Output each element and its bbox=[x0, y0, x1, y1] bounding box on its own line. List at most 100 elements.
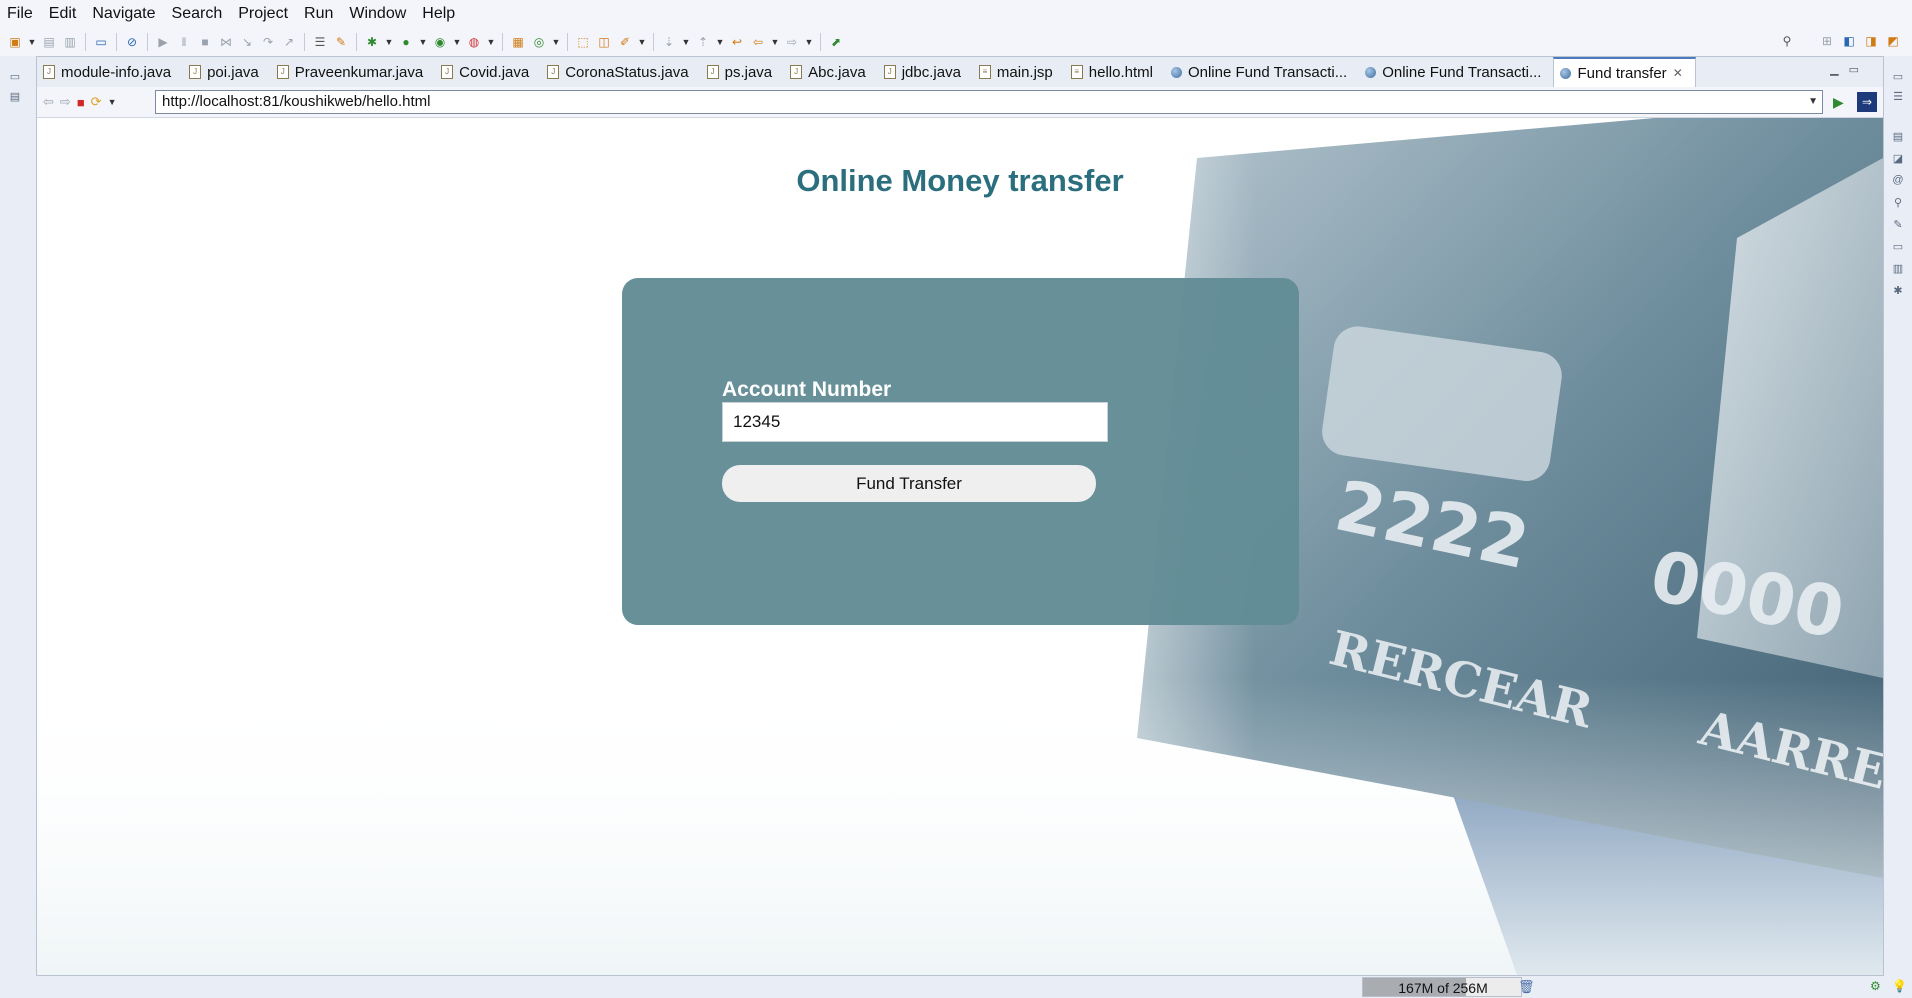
debug-dropdown-icon[interactable]: ▼ bbox=[384, 33, 394, 51]
tab-hello-html[interactable]: ≡ hello.html bbox=[1065, 57, 1165, 87]
save-icon[interactable]: ▤ bbox=[40, 33, 58, 51]
tip-icon[interactable]: 💡 bbox=[1892, 979, 1907, 993]
go-icon[interactable]: ▶ bbox=[1833, 94, 1844, 111]
tab-jdbc[interactable]: Jjdbc.java bbox=[878, 57, 973, 87]
save-all-icon[interactable]: ▥ bbox=[61, 33, 79, 51]
perspective-java-icon[interactable]: ◨ bbox=[1862, 32, 1880, 50]
outline-icon[interactable]: ☰ bbox=[1890, 88, 1906, 104]
markers-icon[interactable]: ▤ bbox=[1890, 128, 1906, 144]
search-icon[interactable]: ⚲ bbox=[1778, 32, 1796, 50]
tab-label: poi.java bbox=[207, 63, 259, 81]
minimize-maximize-icon[interactable]: ▁▭ bbox=[1830, 63, 1869, 76]
search-tool-icon[interactable]: ✐ bbox=[616, 33, 634, 51]
tab-abc[interactable]: J Abc.java bbox=[784, 57, 878, 87]
refresh-dropdown-icon[interactable]: ▼ bbox=[108, 97, 117, 107]
disconnect-icon[interactable]: ⋈ bbox=[217, 33, 235, 51]
new-dropdown-icon[interactable]: ▼ bbox=[27, 33, 37, 51]
forward-dropdown-icon[interactable]: ▼ bbox=[804, 33, 814, 51]
tab-module-info[interactable]: Jmodule-info.java bbox=[37, 57, 183, 87]
external-tools-dropdown-icon[interactable]: ▼ bbox=[486, 33, 496, 51]
tab-online-fund-2[interactable]: Online Fund Transacti... bbox=[1359, 57, 1553, 87]
pin-editor-icon[interactable]: ⬈ bbox=[827, 33, 845, 51]
new-class-dropdown-icon[interactable]: ▼ bbox=[551, 33, 561, 51]
new-icon[interactable]: ▣ bbox=[6, 33, 24, 51]
url-input[interactable]: http://localhost:81/koushikweb/hello.htm… bbox=[155, 90, 1823, 114]
menu-bar: File Edit Navigate Search Project Run Wi… bbox=[0, 0, 1912, 28]
search-tool-dropdown-icon[interactable]: ▼ bbox=[637, 33, 647, 51]
debug-view-icon[interactable]: ✱ bbox=[1890, 282, 1906, 298]
tab-covid[interactable]: J Covid.java bbox=[435, 57, 541, 87]
resume-icon[interactable]: ▶ bbox=[154, 33, 172, 51]
fund-transfer-button[interactable]: Fund Transfer bbox=[722, 465, 1096, 502]
menu-run[interactable]: Run bbox=[297, 5, 342, 23]
url-text: http://localhost:81/koushikweb/hello.htm… bbox=[162, 93, 431, 110]
menu-edit[interactable]: Edit bbox=[42, 5, 86, 23]
back-icon[interactable]: ⇦ bbox=[749, 33, 767, 51]
menu-search[interactable]: Search bbox=[165, 5, 232, 23]
tasks-icon[interactable]: ✎ bbox=[1890, 216, 1906, 232]
debug-icon[interactable]: ✱ bbox=[363, 33, 381, 51]
step-return-icon[interactable]: ↗ bbox=[280, 33, 298, 51]
skip-breakpoints-icon[interactable]: ⊘ bbox=[123, 33, 141, 51]
open-perspective-icon[interactable]: ⊞ bbox=[1818, 32, 1836, 50]
terminate-icon[interactable]: ■ bbox=[196, 33, 214, 51]
new-package-icon[interactable]: ▦ bbox=[509, 33, 527, 51]
back-dropdown-icon[interactable]: ▼ bbox=[770, 33, 780, 51]
javadoc-icon[interactable]: @ bbox=[1890, 172, 1906, 188]
next-annotation-icon[interactable]: ⇣ bbox=[660, 33, 678, 51]
tab-fund-transfer[interactable]: Fund transfer ✕ bbox=[1553, 57, 1696, 87]
open-type-icon[interactable]: ⬚ bbox=[574, 33, 592, 51]
console-icon[interactable]: ▭ bbox=[92, 33, 110, 51]
step-into-icon[interactable]: ↘ bbox=[238, 33, 256, 51]
last-edit-icon[interactable]: ↩ bbox=[728, 33, 746, 51]
toggle-mark-icon[interactable]: ✎ bbox=[332, 33, 350, 51]
search-view-icon[interactable]: ⚲ bbox=[1890, 194, 1906, 210]
coverage-icon[interactable]: ◉ bbox=[431, 33, 449, 51]
chevron-down-icon[interactable]: ▼ bbox=[1808, 91, 1818, 113]
back-icon[interactable]: ⇦ bbox=[43, 94, 54, 110]
external-tools-icon[interactable]: ◍ bbox=[465, 33, 483, 51]
project-explorer-icon[interactable]: ▤ bbox=[7, 88, 23, 104]
new-class-icon[interactable]: ◎ bbox=[530, 33, 548, 51]
menu-navigate[interactable]: Navigate bbox=[85, 5, 164, 23]
prev-annotation-icon[interactable]: ⇡ bbox=[694, 33, 712, 51]
refresh-icon[interactable]: ⟳ bbox=[91, 94, 102, 110]
account-number-input[interactable]: 12345 bbox=[722, 402, 1108, 442]
heap-status[interactable]: 167M of 256M bbox=[1362, 977, 1522, 997]
forward-icon[interactable]: ⇨ bbox=[783, 33, 801, 51]
open-external-browser-icon[interactable]: ⇒ bbox=[1857, 92, 1877, 112]
servers-icon[interactable]: ▥ bbox=[1890, 260, 1906, 276]
suspend-icon[interactable]: ‖ bbox=[175, 33, 193, 51]
stop-icon[interactable]: ■ bbox=[77, 95, 85, 110]
progress-icon[interactable]: ⚙ bbox=[1870, 979, 1881, 993]
menu-file[interactable]: File bbox=[0, 5, 42, 23]
step-over-icon[interactable]: ↷ bbox=[259, 33, 277, 51]
tab-poi[interactable]: Jpoi.java bbox=[183, 57, 271, 87]
toggle-format-icon[interactable]: ☰ bbox=[311, 33, 329, 51]
prev-annotation-dropdown-icon[interactable]: ▼ bbox=[715, 33, 725, 51]
restore-icon[interactable]: ▭ bbox=[7, 68, 23, 84]
menu-project[interactable]: Project bbox=[231, 5, 297, 23]
perspective-java-ee-icon[interactable]: ◧ bbox=[1840, 32, 1858, 50]
run-icon[interactable]: ● bbox=[397, 33, 415, 51]
console-view-icon[interactable]: ▭ bbox=[1890, 238, 1906, 254]
perspective-debug-icon[interactable]: ◩ bbox=[1884, 32, 1902, 50]
tab-main-jsp[interactable]: ≡ main.jsp bbox=[973, 57, 1065, 87]
properties-icon[interactable]: ◪ bbox=[1890, 150, 1906, 166]
restore-right-icon[interactable]: ▭ bbox=[1890, 68, 1906, 84]
tab-praveenkumar[interactable]: J Praveenkumar.java bbox=[271, 57, 435, 87]
run-dropdown-icon[interactable]: ▼ bbox=[418, 33, 428, 51]
tab-ps[interactable]: Jps.java bbox=[701, 57, 785, 87]
garbage-collect-icon[interactable]: 🗑 bbox=[1518, 979, 1535, 995]
tab-coronastatus[interactable]: J CoronaStatus.java bbox=[541, 57, 700, 87]
forward-icon[interactable]: ⇨ bbox=[60, 94, 71, 110]
tab-online-fund-1[interactable]: Online Fund Transacti... bbox=[1165, 57, 1359, 87]
close-icon[interactable]: ✕ bbox=[1673, 66, 1683, 80]
next-annotation-dropdown-icon[interactable]: ▼ bbox=[681, 33, 691, 51]
menu-window[interactable]: Window bbox=[342, 5, 415, 23]
menu-help[interactable]: Help bbox=[415, 5, 464, 23]
tab-label: Fund transfer bbox=[1577, 64, 1667, 82]
open-task-icon[interactable]: ◫ bbox=[595, 33, 613, 51]
coverage-dropdown-icon[interactable]: ▼ bbox=[452, 33, 462, 51]
java-file-icon: J bbox=[441, 65, 454, 79]
